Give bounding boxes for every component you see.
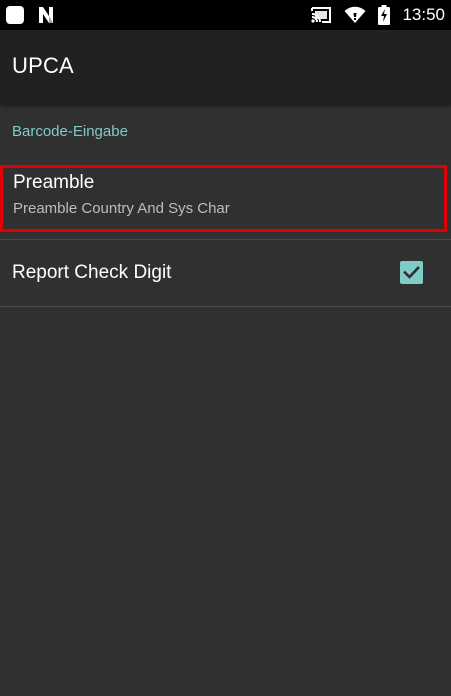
status-right-icons: 13:50 [310, 4, 445, 26]
cast-icon [311, 7, 332, 23]
settings-screen: 13:50 UPCA Barcode-Eingabe Preamble Prea… [0, 0, 451, 696]
battery-charging-icon [378, 5, 391, 25]
preference-category-header: Barcode-Eingabe [12, 123, 128, 140]
preamble-title: Preamble [13, 172, 95, 193]
page-title: UPCA [12, 53, 74, 78]
status-clock: 13:50 [402, 5, 445, 24]
app-bar: UPCA [0, 30, 451, 104]
preamble-preference[interactable]: Preamble Preamble Country And Sys Char [0, 165, 447, 232]
report-check-digit-title: Report Check Digit [12, 262, 172, 283]
wifi-icon [344, 6, 366, 23]
report-check-digit-preference[interactable]: Report Check Digit [0, 240, 451, 306]
status-left-icons [6, 5, 56, 25]
report-check-digit-checkbox[interactable] [400, 261, 423, 284]
checkmark-icon [403, 266, 420, 279]
divider [0, 306, 451, 307]
n-logo-icon [39, 7, 53, 23]
notification-square-icon [6, 6, 24, 24]
preamble-summary: Preamble Country And Sys Char [13, 200, 230, 217]
status-bar: 13:50 [0, 0, 451, 30]
